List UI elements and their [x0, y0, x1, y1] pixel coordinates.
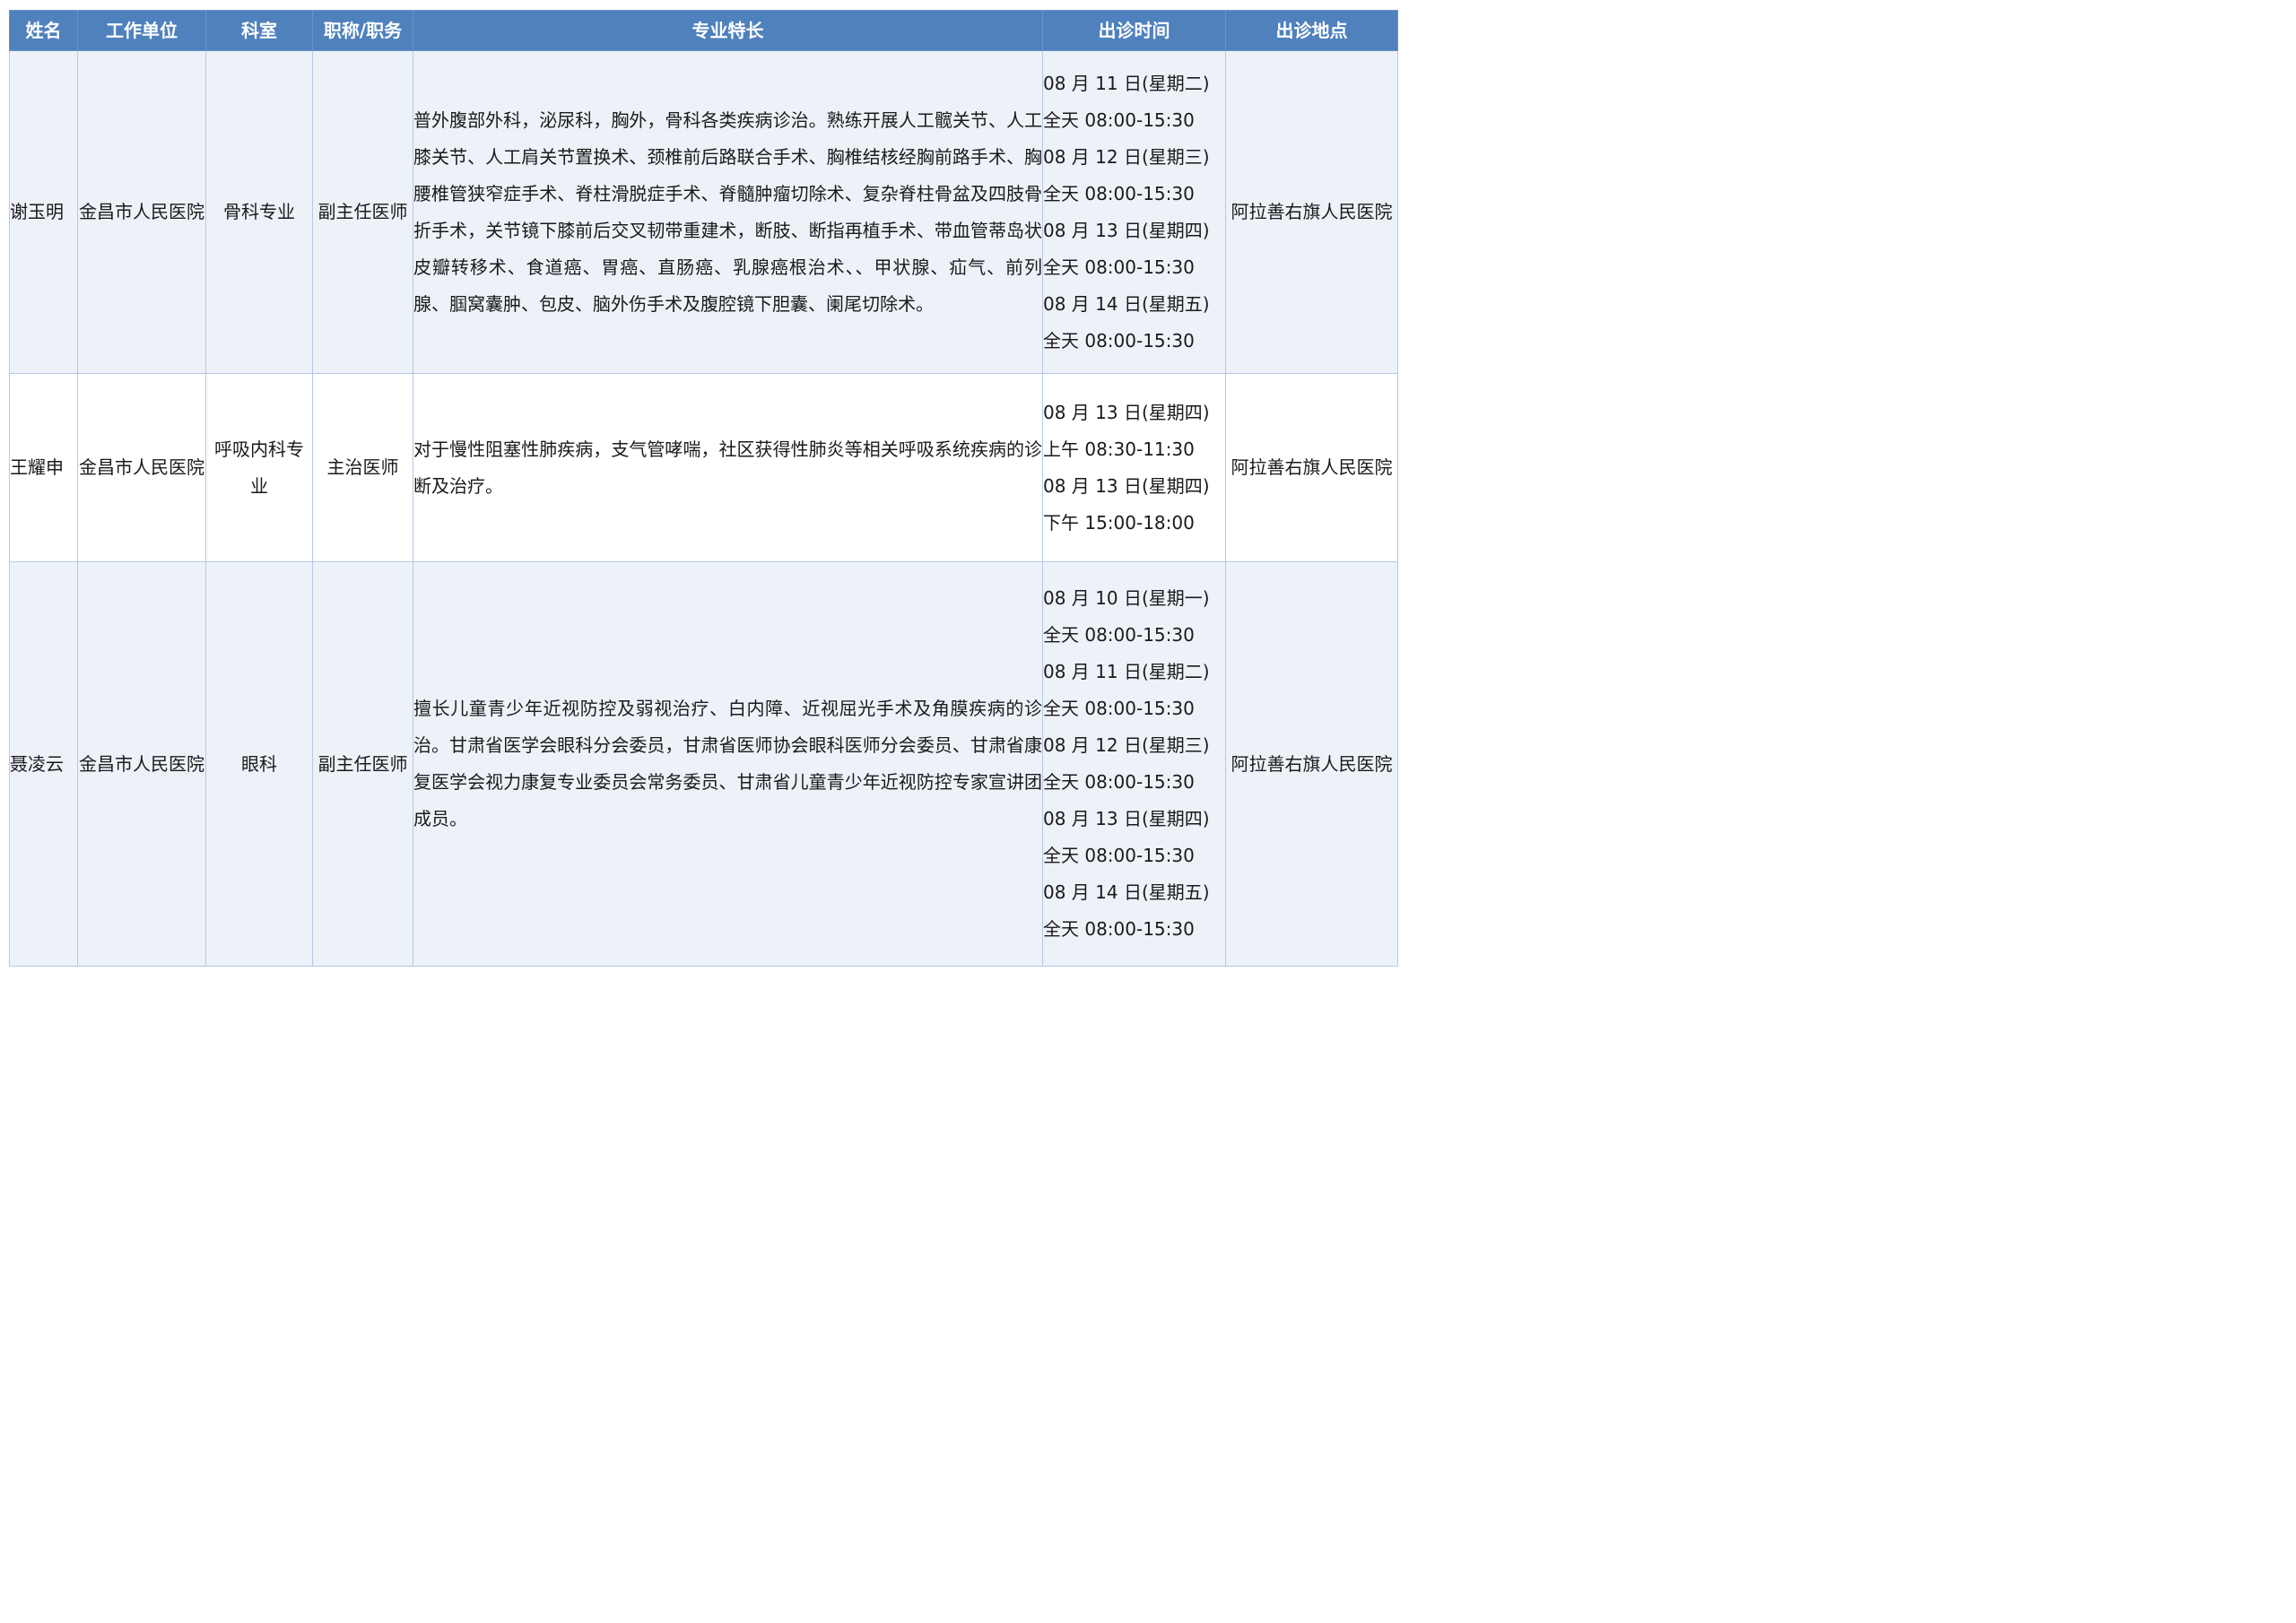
clinic-time-line: 08 月 10 日(星期一) — [1043, 587, 1210, 609]
clinic-times: 08 月 11 日(星期二) 全天 08:00-15:30 08 月 12 日(… — [1042, 50, 1226, 374]
clinic-times: 08 月 13 日(星期四) 上午 08:30-11:30 08 月 13 日(… — [1042, 373, 1226, 562]
clinic-schedule-table: 姓名 工作单位 科室 职称/职务 专业特长 出诊时间 出诊地点 谢玉明 金昌市人… — [9, 10, 1398, 967]
table-row: 谢玉明 金昌市人民医院 骨科专业 副主任医师 普外腹部外科，泌尿科，胸外，骨科各… — [9, 50, 1398, 374]
specialty-text: 对于慢性阻塞性肺疾病，支气管哮喘，社区获得性肺炎等相关呼吸系统疾病的诊断及治疗。 — [413, 373, 1043, 562]
clinic-time-line: 08 月 14 日(星期五) — [1043, 881, 1210, 903]
header-place: 出诊地点 — [1225, 10, 1398, 51]
clinic-time-line: 全天 08:00-15:30 — [1043, 918, 1195, 940]
doctor-name: 王耀申 — [9, 373, 78, 562]
table-header-row: 姓名 工作单位 科室 职称/职务 专业特长 出诊时间 出诊地点 — [9, 10, 1398, 51]
doctor-name: 聂凌云 — [9, 561, 78, 967]
clinic-time-line: 全天 08:00-15:30 — [1043, 845, 1195, 866]
clinic-time-line: 08 月 13 日(星期四) — [1043, 474, 1210, 497]
department: 骨科专业 — [205, 50, 313, 374]
header-dept: 科室 — [205, 10, 313, 51]
clinic-time-line: 08 月 14 日(星期五) — [1043, 292, 1210, 315]
clinic-time-line: 08 月 12 日(星期三) — [1043, 145, 1210, 168]
department: 眼科 — [205, 561, 313, 967]
specialty-text: 擅长儿童青少年近视防控及弱视治疗、白内障、近视屈光手术及角膜疾病的诊治。甘肃省医… — [413, 561, 1043, 967]
table-row: 聂凌云 金昌市人民医院 眼科 副主任医师 擅长儿童青少年近视防控及弱视治疗、白内… — [9, 561, 1398, 967]
job-title: 副主任医师 — [312, 561, 413, 967]
department: 呼吸内科专业 — [205, 373, 313, 562]
clinic-time-line: 08 月 13 日(星期四) — [1043, 401, 1210, 423]
header-title: 职称/职务 — [312, 10, 413, 51]
doctor-name: 谢玉明 — [9, 50, 78, 374]
specialty-text: 普外腹部外科，泌尿科，胸外，骨科各类疾病诊治。熟练开展人工髋关节、人工膝关节、人… — [413, 50, 1043, 374]
clinic-time-line: 全天 08:00-15:30 — [1043, 329, 1195, 352]
clinic-time-line: 全天 08:00-15:30 — [1043, 108, 1195, 131]
clinic-place: 阿拉善右旗人民医院 — [1225, 561, 1398, 967]
clinic-time-line: 08 月 13 日(星期四) — [1043, 219, 1210, 241]
clinic-place: 阿拉善右旗人民医院 — [1225, 373, 1398, 562]
clinic-times: 08 月 10 日(星期一) 全天 08:00-15:30 08 月 11 日(… — [1042, 561, 1226, 967]
clinic-time-line: 08 月 11 日(星期二) — [1043, 72, 1210, 94]
header-time: 出诊时间 — [1042, 10, 1226, 51]
work-unit: 金昌市人民医院 — [77, 373, 206, 562]
clinic-time-line: 全天 08:00-15:30 — [1043, 256, 1195, 278]
clinic-place: 阿拉善右旗人民医院 — [1225, 50, 1398, 374]
clinic-time-line: 全天 08:00-15:30 — [1043, 698, 1195, 719]
job-title: 副主任医师 — [312, 50, 413, 374]
clinic-time-line: 全天 08:00-15:30 — [1043, 182, 1195, 204]
header-unit: 工作单位 — [77, 10, 206, 51]
clinic-time-line: 08 月 12 日(星期三) — [1043, 734, 1210, 756]
clinic-time-line: 08 月 13 日(星期四) — [1043, 808, 1210, 829]
clinic-time-line: 下午 15:00-18:00 — [1043, 511, 1195, 534]
clinic-time-line: 全天 08:00-15:30 — [1043, 624, 1195, 646]
work-unit: 金昌市人民医院 — [77, 50, 206, 374]
header-specialty: 专业特长 — [413, 10, 1043, 51]
clinic-time-line: 上午 08:30-11:30 — [1043, 438, 1195, 460]
table-row: 王耀申 金昌市人民医院 呼吸内科专业 主治医师 对于慢性阻塞性肺疾病，支气管哮喘… — [9, 373, 1398, 562]
clinic-time-line: 全天 08:00-15:30 — [1043, 771, 1195, 793]
clinic-time-line: 08 月 11 日(星期二) — [1043, 661, 1210, 682]
header-name: 姓名 — [9, 10, 78, 51]
work-unit: 金昌市人民医院 — [77, 561, 206, 967]
job-title: 主治医师 — [312, 373, 413, 562]
